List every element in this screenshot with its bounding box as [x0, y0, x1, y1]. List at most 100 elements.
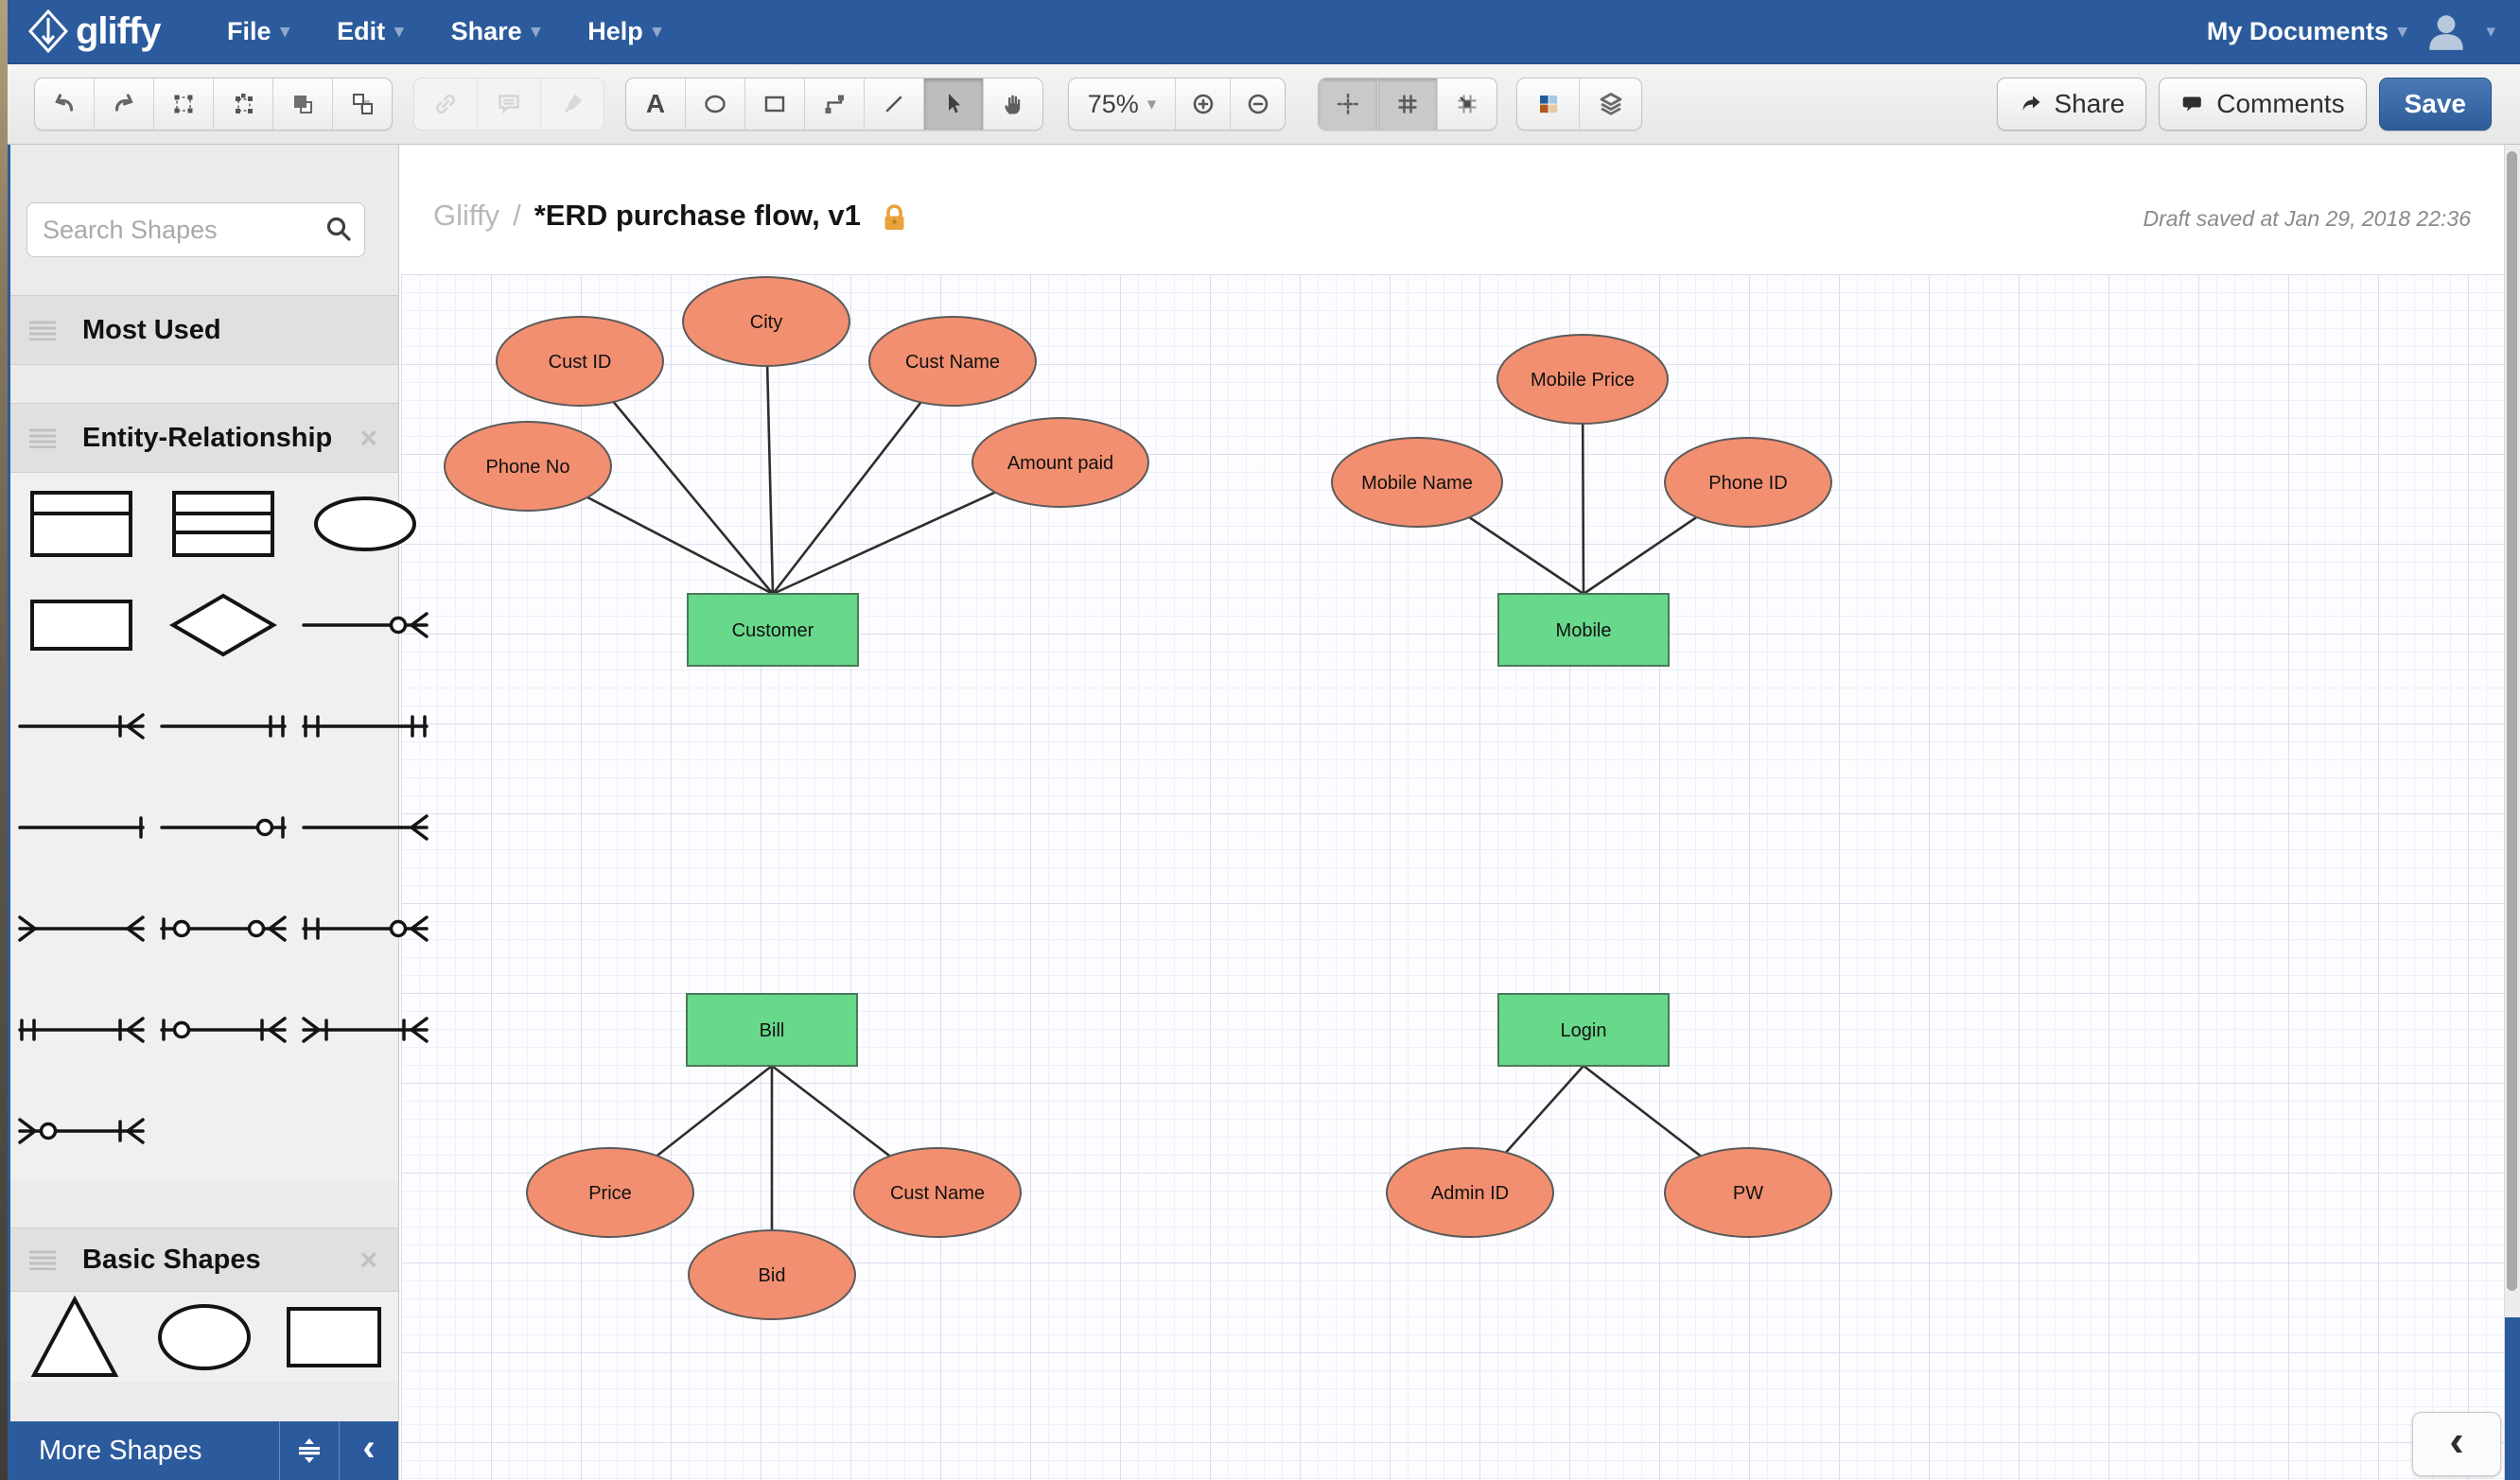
rectangle-tool-button[interactable] — [745, 78, 805, 130]
format-painter-button[interactable] — [541, 78, 604, 130]
svg-text:Cust Name: Cust Name — [905, 352, 1000, 373]
text-tool-icon: A — [645, 89, 666, 118]
shape-entity-two-row[interactable] — [10, 473, 152, 574]
caret-down-icon: ▾ — [1146, 94, 1157, 114]
connector-oneone-onemany[interactable] — [10, 979, 152, 1080]
menu-file[interactable]: File ▾ — [227, 17, 289, 46]
comment-button[interactable] — [478, 78, 541, 130]
undo-button[interactable] — [35, 78, 95, 130]
scrollbar-thumb[interactable] — [2507, 151, 2517, 1291]
search-icon[interactable] — [324, 215, 353, 243]
caret-down-icon[interactable]: ▾ — [2486, 21, 2495, 43]
connector-many-to-many[interactable] — [10, 878, 152, 979]
bring-to-front-button[interactable] — [273, 78, 333, 130]
menu-help[interactable]: Help ▾ — [587, 17, 661, 46]
connector-zeroone-onemany[interactable] — [152, 979, 294, 1080]
drag-handle-icon[interactable] — [27, 427, 58, 448]
connector-zero-or-many[interactable] — [294, 574, 436, 675]
menu-bar: File ▾ Edit ▾ Share ▾ Help ▾ — [227, 0, 661, 62]
appearance-group — [1516, 78, 1642, 131]
user-avatar[interactable] — [2424, 9, 2469, 54]
shape-basic-ellipse[interactable] — [140, 1292, 270, 1382]
zoom-out-button[interactable] — [1231, 78, 1285, 130]
draw-tools-group: A — [625, 78, 1043, 131]
select-same-button[interactable] — [214, 78, 273, 130]
section-basic-shapes[interactable]: Basic Shapes × — [10, 1228, 398, 1292]
svg-text:Cust Name: Cust Name — [890, 1183, 985, 1204]
layers-button[interactable] — [1580, 78, 1641, 130]
expand-panel-button[interactable]: ‹ — [2412, 1412, 2501, 1476]
connector-one-and-only-one[interactable] — [152, 675, 294, 776]
menu-edit[interactable]: Edit ▾ — [337, 17, 404, 46]
caret-down-icon: ▾ — [394, 21, 404, 42]
connector-zeromany-onemany[interactable] — [10, 1080, 152, 1181]
collapse-panel-icon[interactable] — [279, 1421, 339, 1480]
collapse-sidebar-chevron[interactable]: ‹ — [339, 1421, 398, 1480]
connector-one-one-both[interactable] — [294, 675, 436, 776]
vertical-scrollbar[interactable] — [2504, 144, 2520, 1480]
svg-text:PW: PW — [1733, 1183, 1763, 1204]
grid-toggle-button[interactable] — [1378, 78, 1438, 130]
share-button[interactable]: Share — [1996, 78, 2147, 131]
connector-one-or-many[interactable] — [10, 675, 152, 776]
section-entity-relationship[interactable]: Entity-Relationship × — [10, 403, 398, 473]
drag-handle-icon[interactable] — [27, 320, 58, 340]
line-tool-button[interactable] — [865, 78, 924, 130]
ellipse-tool-button[interactable] — [686, 78, 745, 130]
svg-text:Bill: Bill — [760, 1020, 785, 1041]
gliffy-logo[interactable]: gliffy — [28, 9, 162, 53]
canvas-panel: Gliffy / *ERD purchase flow, v1 Draft sa… — [395, 144, 2520, 1480]
more-shapes-bar[interactable]: More Shapes ‹ — [8, 1421, 398, 1480]
connector-oneone-zeromany[interactable] — [294, 878, 436, 979]
gliffy-logo-text: gliffy — [76, 9, 162, 52]
guides-toggle-button[interactable] — [1319, 78, 1378, 130]
text-tool-button[interactable]: A — [626, 78, 686, 130]
search-shapes-input[interactable] — [41, 207, 309, 252]
shapes-sidebar: Most Used Entity-Relationship × Basic Sh… — [8, 144, 429, 1480]
shape-relationship-diamond[interactable] — [152, 574, 294, 675]
shape-entity-rectangle[interactable] — [10, 574, 152, 675]
connector-manyone-onemany[interactable] — [294, 979, 436, 1080]
lock-icon[interactable] — [882, 203, 907, 233]
diagram-grid: Customer Mobile Bill Login Cust ID City Cust N… — [401, 274, 2505, 1480]
svg-text:Phone No: Phone No — [486, 457, 570, 478]
shape-attribute-ellipse[interactable] — [294, 473, 436, 574]
section-most-used[interactable]: Most Used — [10, 295, 398, 365]
shape-entity-three-row[interactable] — [152, 473, 294, 574]
section-label: Most Used — [82, 314, 221, 345]
breadcrumb-separator: / — [513, 199, 521, 232]
select-all-button[interactable] — [154, 78, 214, 130]
shape-basic-triangle[interactable] — [10, 1292, 140, 1382]
drag-handle-icon[interactable] — [27, 1249, 58, 1270]
connector-zeroone-zeromany[interactable] — [152, 878, 294, 979]
annotation-group — [413, 78, 604, 131]
comments-button[interactable]: Comments — [2159, 78, 2367, 131]
draft-saved-status: Draft saved at Jan 29, 2018 22:36 — [2143, 206, 2471, 231]
zoom-level-dropdown[interactable]: 75% ▾ — [1069, 78, 1176, 130]
more-shapes-label: More Shapes — [39, 1435, 202, 1466]
menu-share[interactable]: Share ▾ — [451, 17, 541, 46]
breadcrumb: Gliffy / *ERD purchase flow, v1 — [433, 199, 907, 233]
theme-colors-button[interactable] — [1517, 78, 1580, 130]
connector-many[interactable] — [294, 776, 436, 878]
link-button[interactable] — [414, 78, 478, 130]
svg-text:Mobile: Mobile — [1556, 620, 1612, 641]
svg-text:Customer: Customer — [732, 620, 814, 641]
pointer-tool-button[interactable] — [924, 78, 984, 130]
zoom-in-button[interactable] — [1176, 78, 1231, 130]
save-button[interactable]: Save — [2378, 78, 2492, 131]
pan-tool-button[interactable] — [984, 78, 1042, 130]
document-title[interactable]: *ERD purchase flow, v1 — [534, 199, 861, 233]
connector-tool-button[interactable] — [805, 78, 865, 130]
connector-zero-or-one[interactable] — [152, 776, 294, 878]
snap-to-grid-button[interactable] — [1438, 78, 1496, 130]
redo-button[interactable] — [95, 78, 154, 130]
connector-one[interactable] — [10, 776, 152, 878]
basic-shape-palette — [10, 1292, 398, 1382]
breadcrumb-app-link[interactable]: Gliffy — [433, 199, 499, 233]
close-icon[interactable]: × — [359, 1245, 377, 1275]
close-icon[interactable]: × — [359, 423, 377, 453]
shape-basic-rectangle[interactable] — [269, 1292, 398, 1382]
my-documents-menu[interactable]: My Documents ▾ — [2207, 17, 2407, 46]
send-to-back-button[interactable] — [333, 78, 392, 130]
